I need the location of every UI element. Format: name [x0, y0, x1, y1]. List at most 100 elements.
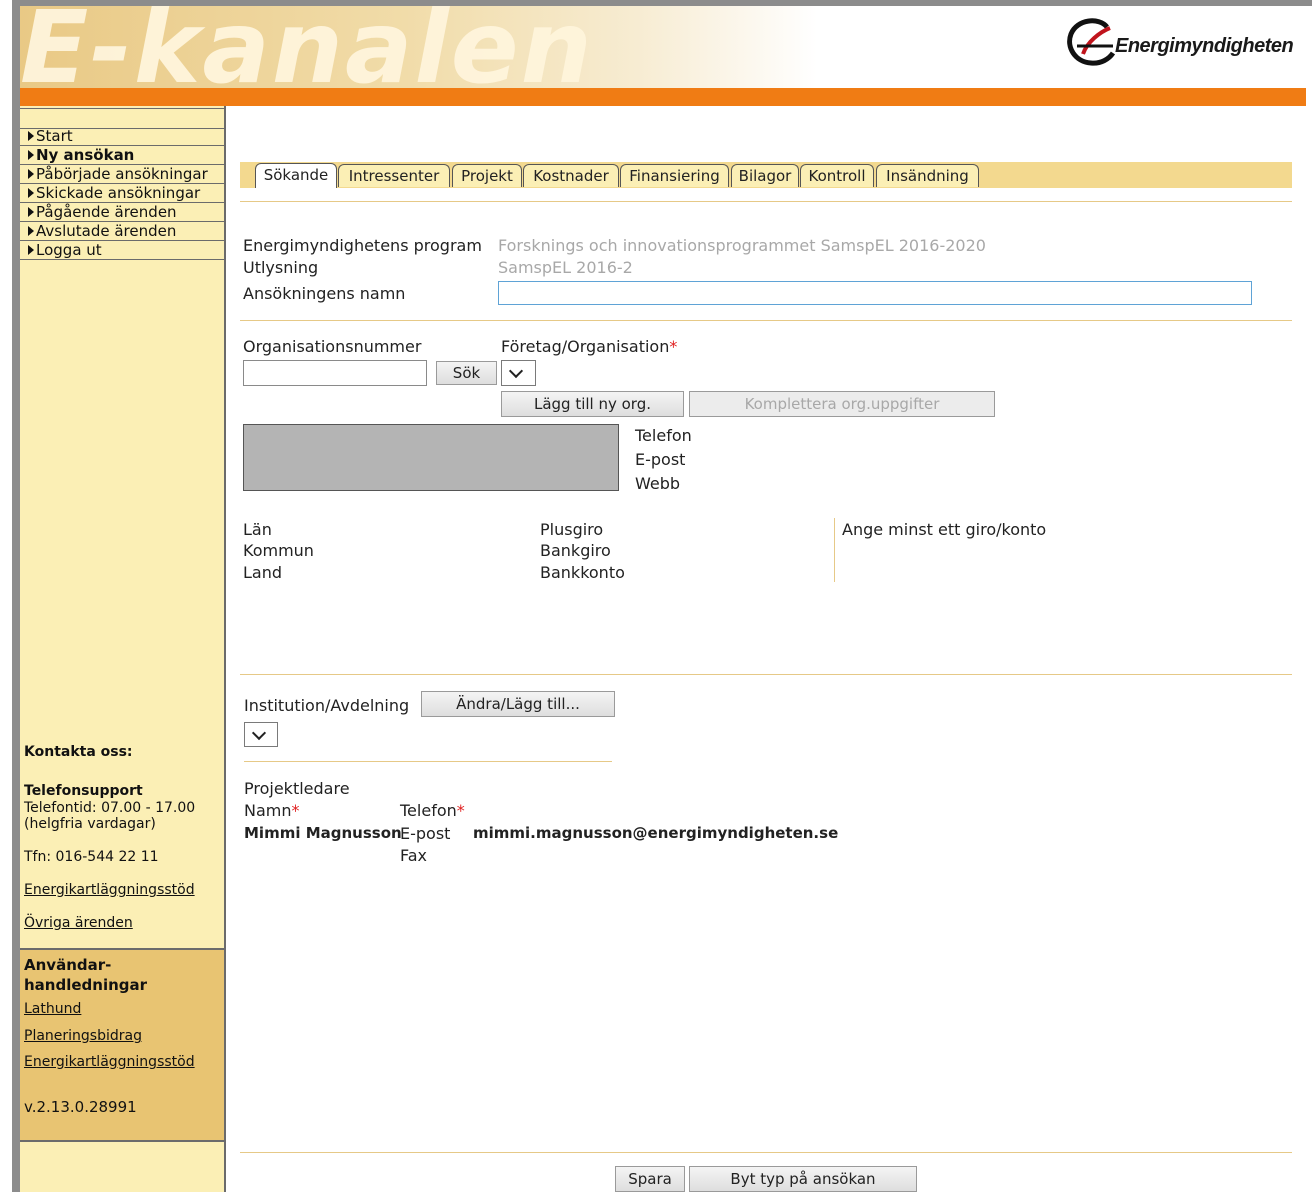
orgnr-label: Organisationsnummer	[243, 337, 422, 356]
chevron-down-icon	[251, 725, 267, 741]
org-epost-label: E-post	[635, 450, 686, 469]
pl-email-label: E-post	[400, 824, 451, 843]
support-heading: Telefonsupport	[24, 783, 143, 799]
pl-fax-label: Fax	[400, 846, 428, 865]
header-orange-bar	[20, 88, 1306, 106]
sidebar-divider-top	[20, 108, 224, 129]
utlysning-value: SamspEL 2016-2	[498, 258, 633, 277]
left-margin	[0, 0, 12, 1192]
complete-org-button[interactable]: Komplettera org.uppgifter	[689, 391, 995, 417]
project-leader-heading: Projektledare	[244, 779, 350, 798]
support-hours: Telefontid: 07.00 - 17.00	[24, 800, 196, 816]
tab-bilagor[interactable]: Bilagor	[731, 164, 799, 187]
program-value: Forsknings och innovationsprogrammet Sam…	[498, 236, 986, 255]
tab-finansiering[interactable]: Finansiering	[620, 164, 729, 187]
program-label: Energimyndighetens program	[243, 236, 482, 255]
guides-panel: Användar- handledningar Lathund Planerin…	[20, 948, 224, 1142]
tab-kontroll[interactable]: Kontroll	[800, 164, 874, 187]
vertical-divider	[834, 518, 835, 582]
header-banner: E-kanalen Energimyndigheten	[20, 6, 1306, 88]
logo-mark-icon	[1067, 18, 1116, 66]
nav-ny-ansokan[interactable]: Ny ansökan	[20, 146, 224, 165]
pl-phone-label-text: Telefon	[400, 801, 457, 820]
left-border	[12, 0, 20, 1192]
brand-title: E-kanalen	[20, 6, 594, 88]
divider	[240, 1152, 1292, 1153]
divider	[240, 201, 1292, 202]
change-type-button[interactable]: Byt typ på ansökan	[689, 1166, 917, 1192]
required-mark: *	[456, 801, 465, 820]
arrow-right-icon	[28, 188, 34, 198]
nav-logga-ut-label: Logga ut	[36, 241, 102, 259]
company-select[interactable]	[501, 360, 536, 386]
logo-text: Energimyndigheten	[1115, 35, 1294, 57]
lan-label: Län	[243, 520, 272, 539]
required-mark: *	[669, 337, 678, 356]
sidebar: Start Ny ansökan Påbörjade ansökningar S…	[20, 106, 226, 1192]
institution-select[interactable]	[244, 722, 278, 747]
energimyndigheten-logo: Energimyndigheten	[1063, 18, 1303, 68]
support-phone: Tfn: 016-544 22 11	[24, 849, 159, 865]
support-days: (helgfria vardagar)	[24, 816, 156, 832]
pl-name-label: Namn*	[244, 801, 300, 820]
institution-edit-button[interactable]: Ändra/Lägg till...	[421, 691, 615, 717]
company-label-text: Företag/Organisation	[501, 337, 670, 356]
tab-projekt[interactable]: Projekt	[452, 164, 522, 187]
organisation-address-box	[243, 424, 619, 491]
utlysning-label: Utlysning	[243, 258, 319, 277]
land-label: Land	[243, 563, 283, 582]
search-button[interactable]: Sök	[436, 361, 497, 385]
required-mark: *	[291, 801, 300, 820]
chevron-down-icon	[508, 363, 524, 379]
nav-logga-ut[interactable]: Logga ut	[20, 241, 224, 260]
nav-skickade[interactable]: Skickade ansökningar	[20, 184, 224, 203]
divider	[244, 761, 612, 762]
nav-pagaende[interactable]: Pågående ärenden	[20, 203, 224, 222]
nav-paborjade-label: Påbörjade ansökningar	[36, 165, 208, 183]
org-webb-label: Webb	[635, 474, 681, 493]
pl-phone-label: Telefon*	[400, 801, 465, 820]
tab-sokande[interactable]: Sökande	[255, 163, 337, 188]
nav-start-label: Start	[36, 127, 73, 145]
application-name-label: Ansökningens namn	[243, 284, 406, 303]
arrow-right-icon	[28, 207, 34, 217]
contact-heading: Kontakta oss:	[24, 744, 133, 760]
tab-insandning[interactable]: Insändning	[876, 164, 979, 187]
guide-lathund[interactable]: Lathund	[24, 1001, 81, 1017]
nav-paborjade[interactable]: Påbörjade ansökningar	[20, 165, 224, 184]
nav-avslutade-label: Avslutade ärenden	[36, 222, 177, 240]
pl-name-value: Mimmi Magnusson	[244, 824, 402, 842]
kommun-label: Kommun	[243, 541, 314, 560]
link-ovriga-arenden[interactable]: Övriga ärenden	[24, 915, 133, 931]
nav-avslutade[interactable]: Avslutade ärenden	[20, 222, 224, 241]
nav-ny-ansokan-label: Ny ansökan	[36, 146, 135, 164]
nav-skickade-label: Skickade ansökningar	[36, 184, 201, 202]
org-telefon-label: Telefon	[635, 426, 692, 445]
bankkonto-label: Bankkonto	[540, 563, 625, 582]
guides-heading-1: Användar-	[24, 956, 112, 974]
bankgiro-label: Bankgiro	[540, 541, 611, 560]
nav-pagaende-label: Pågående ärenden	[36, 203, 177, 221]
arrow-right-icon	[28, 150, 34, 160]
institution-label: Institution/Avdelning	[244, 696, 410, 715]
arrow-right-icon	[28, 226, 34, 236]
company-label: Företag/Organisation*	[501, 337, 677, 356]
save-button[interactable]: Spara	[615, 1166, 685, 1192]
guide-planeringsbidrag[interactable]: Planeringsbidrag	[24, 1028, 142, 1044]
giro-note: Ange minst ett giro/konto	[842, 520, 1047, 539]
guide-energikartlaggningsstod[interactable]: Energikartläggningsstöd	[24, 1054, 195, 1070]
application-name-input[interactable]	[498, 281, 1252, 305]
nav-start[interactable]: Start	[20, 127, 224, 146]
version-text: v.2.13.0.28991	[24, 1098, 137, 1116]
orgnr-input[interactable]	[243, 360, 427, 386]
add-org-button[interactable]: Lägg till ny org.	[501, 391, 684, 417]
pl-email-value: mimmi.magnusson@energimyndigheten.se	[473, 824, 839, 842]
arrow-right-icon	[28, 245, 34, 255]
tab-intressenter[interactable]: Intressenter	[338, 164, 450, 187]
divider	[240, 320, 1292, 321]
divider	[240, 674, 1292, 675]
arrow-right-icon	[28, 169, 34, 179]
tab-kostnader[interactable]: Kostnader	[523, 164, 619, 187]
guides-heading-2: handledningar	[24, 976, 148, 994]
link-energikartlaggningsstod[interactable]: Energikartläggningsstöd	[24, 882, 195, 898]
